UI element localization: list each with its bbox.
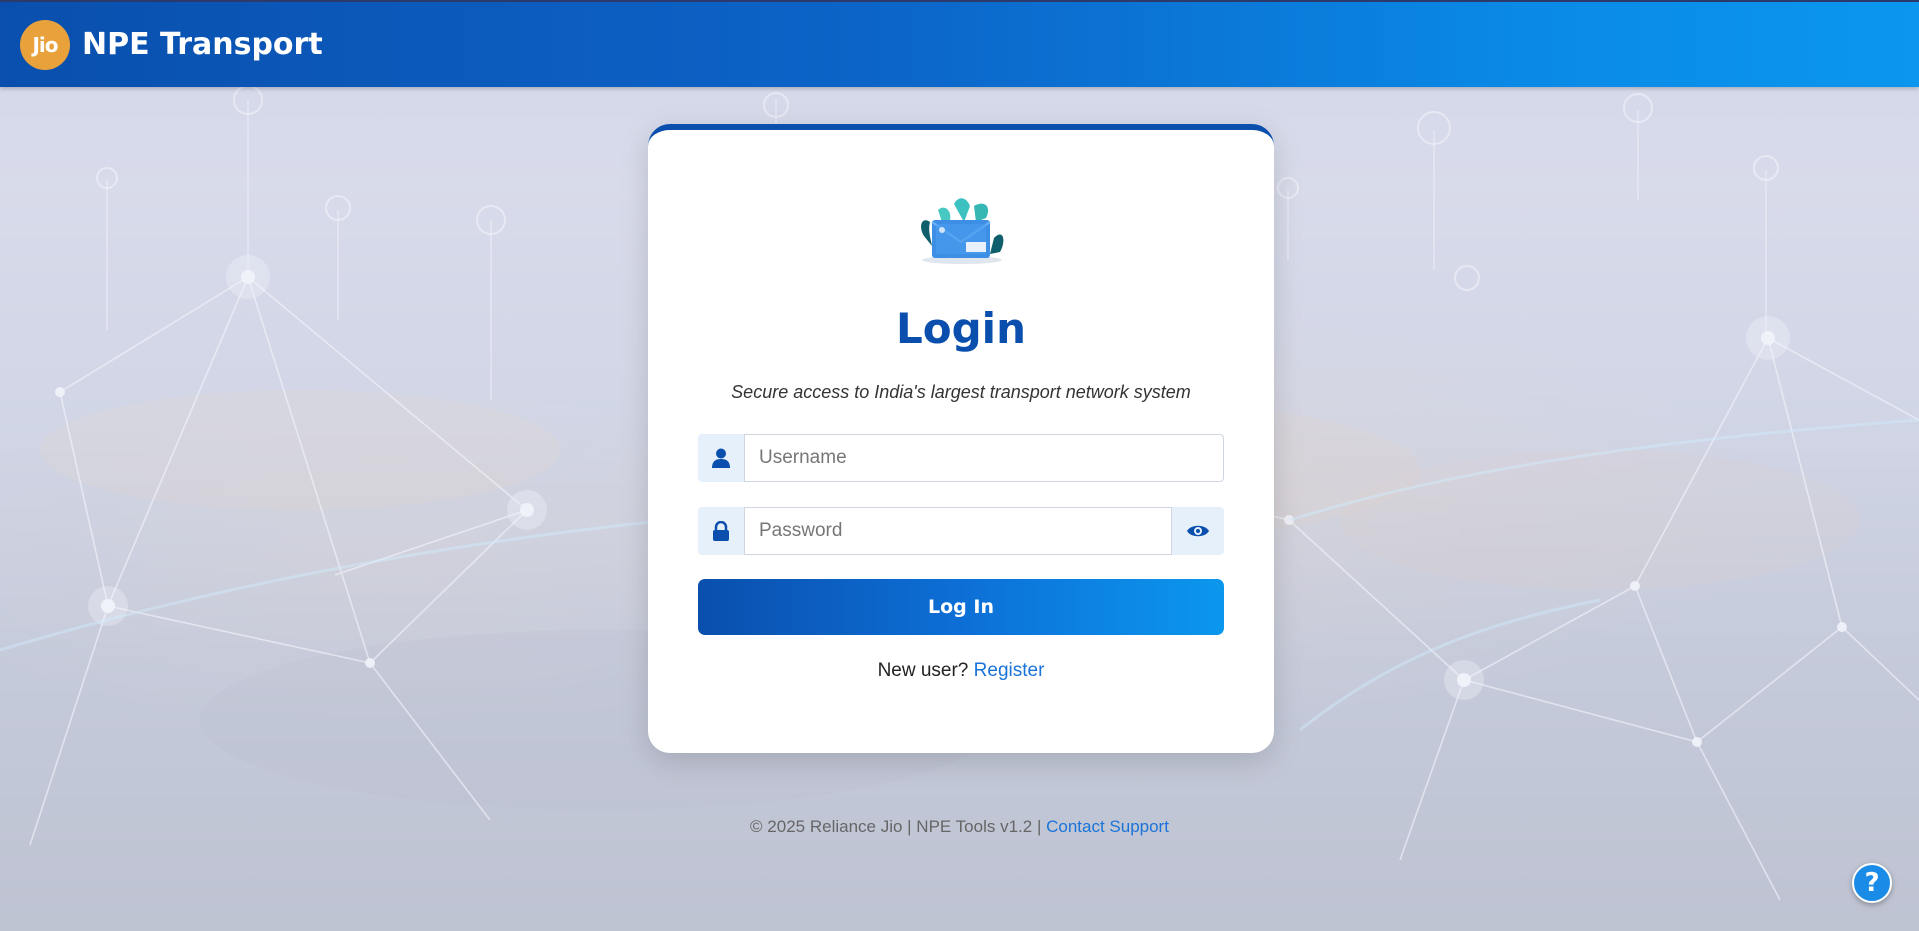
envelope-illustration-icon xyxy=(921,198,1004,264)
footer-copyright: © 2025 Reliance Jio | NPE Tools v1.2 | xyxy=(750,817,1042,836)
app-header: Jio NPE Transport xyxy=(0,0,1919,87)
user-icon xyxy=(698,434,744,482)
register-link[interactable]: Register xyxy=(974,660,1045,681)
page-footer: © 2025 Reliance Jio | NPE Tools v1.2 | C… xyxy=(0,817,1919,837)
password-input[interactable] xyxy=(744,507,1172,555)
username-input[interactable] xyxy=(744,434,1224,482)
login-title: Login xyxy=(896,304,1026,353)
lock-icon xyxy=(698,507,744,555)
register-line: New user? Register xyxy=(648,660,1274,682)
password-field-group xyxy=(698,507,1224,555)
register-prompt: New user? xyxy=(877,660,969,681)
username-field-group xyxy=(698,434,1224,482)
eye-icon[interactable] xyxy=(1172,507,1224,555)
help-button[interactable]: ? xyxy=(1852,863,1892,903)
login-card: Login Secure access to India's largest t… xyxy=(648,124,1274,753)
contact-support-link[interactable]: Contact Support xyxy=(1046,817,1169,836)
jio-logo[interactable]: Jio xyxy=(20,19,70,70)
login-subtitle: Secure access to India's largest transpo… xyxy=(731,382,1191,402)
app-title: NPE Transport xyxy=(82,27,323,62)
login-button[interactable]: Log In xyxy=(698,579,1224,635)
